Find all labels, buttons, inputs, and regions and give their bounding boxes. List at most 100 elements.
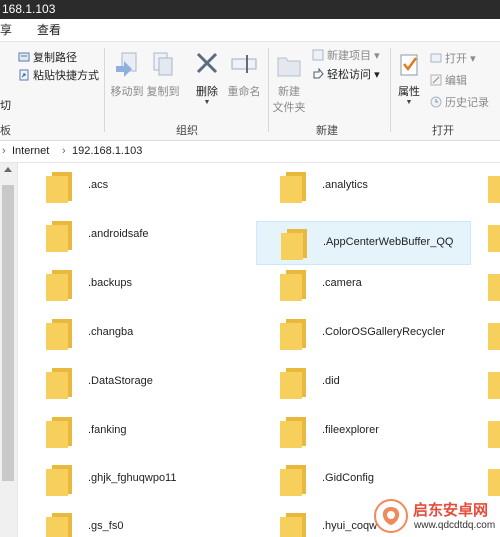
new-folder-button[interactable]: 新建 文件夹 bbox=[272, 50, 306, 115]
clipboard-group-label: 板 bbox=[0, 125, 11, 137]
folder-icon bbox=[280, 417, 306, 448]
new-item-dropdown-icon: ▾ bbox=[374, 50, 380, 62]
watermark-title: 启东安卓网 bbox=[413, 502, 489, 519]
folder-name: .ColorOSGalleryRecycler bbox=[322, 326, 445, 338]
rename-label: 重命名 bbox=[227, 86, 261, 98]
ribbon-tabs: 享 查看 bbox=[0, 19, 500, 41]
organize-group-label: 组织 bbox=[176, 125, 198, 137]
breadcrumb-ip[interactable]: 192.168.1.103 bbox=[72, 141, 142, 161]
ribbon: 复制路径 粘贴快捷方式 切 板 移动到 复制到 删除 ▼ 重命名 组织 新建 文… bbox=[0, 41, 500, 141]
folder-name: .acs bbox=[88, 179, 109, 191]
delete-label: 删除 bbox=[196, 86, 218, 98]
watermark-url: www.qdcdtdq.com bbox=[414, 520, 496, 531]
folder-item[interactable]: .fileexplorer bbox=[256, 410, 471, 454]
new-folder-label-line2: 文件夹 bbox=[272, 102, 306, 114]
cut-button[interactable]: 切 bbox=[0, 99, 11, 113]
paste-shortcut-button[interactable]: 粘贴快捷方式 bbox=[18, 69, 99, 83]
folder-item[interactable]: .backups bbox=[22, 263, 237, 307]
new-item-button[interactable]: 新建项目 ▾ bbox=[312, 49, 380, 63]
easy-access-button[interactable]: 轻松访问 ▾ bbox=[312, 68, 380, 82]
folder-icon-partial[interactable] bbox=[486, 170, 500, 203]
folder-icon bbox=[46, 172, 72, 203]
chevron-right-icon: › bbox=[2, 145, 6, 157]
nav-pane-scrollbar[interactable] bbox=[0, 163, 18, 537]
ribbon-separator bbox=[268, 48, 269, 132]
folder-icon bbox=[46, 270, 72, 301]
folder-name: .changba bbox=[88, 326, 134, 338]
copy-path-label: 复制路径 bbox=[33, 52, 77, 64]
folder-icon bbox=[46, 417, 72, 448]
history-icon bbox=[430, 96, 442, 108]
folder-name: .androidsafe bbox=[88, 228, 149, 240]
folder-name: .gs_fs0 bbox=[88, 520, 124, 532]
folder-item[interactable]: .did bbox=[256, 361, 471, 405]
properties-label: 属性 bbox=[398, 86, 420, 98]
folder-item[interactable]: .DataStorage bbox=[22, 361, 237, 405]
folder-icon bbox=[46, 513, 72, 537]
watermark: 启东安卓网 www.qdcdtdq.com bbox=[368, 496, 500, 537]
properties-dropdown-icon: ▼ bbox=[405, 99, 413, 106]
tab-view[interactable]: 查看 bbox=[37, 22, 61, 38]
delete-button[interactable]: 删除 ▼ bbox=[192, 50, 222, 106]
new-folder-icon bbox=[277, 57, 301, 77]
move-to-icon bbox=[116, 52, 137, 77]
scroll-up-arrow-icon[interactable] bbox=[4, 167, 12, 172]
folder-item[interactable]: .gs_fs0 bbox=[22, 506, 237, 537]
open-button[interactable]: 打开 ▾ bbox=[430, 52, 476, 66]
copy-to-button[interactable]: 复制到 bbox=[146, 50, 180, 99]
folder-item[interactable]: .analytics bbox=[256, 165, 471, 209]
folder-icon bbox=[280, 319, 306, 350]
folder-name: .backups bbox=[88, 277, 133, 289]
folder-item[interactable]: .acs bbox=[22, 165, 237, 209]
folder-name: .GidConfig bbox=[322, 472, 374, 484]
folder-icon-partial[interactable] bbox=[486, 463, 500, 496]
folder-icon bbox=[46, 368, 72, 399]
scroll-thumb[interactable] bbox=[2, 185, 14, 481]
rename-icon bbox=[231, 55, 257, 73]
folder-icon-partial[interactable] bbox=[486, 317, 500, 350]
easy-access-icon bbox=[313, 68, 324, 79]
open-group-label: 打开 bbox=[432, 125, 454, 137]
open-icon bbox=[430, 53, 442, 63]
history-label: 历史记录 bbox=[445, 97, 489, 109]
folder-icon-partial[interactable] bbox=[486, 268, 500, 301]
folder-icon-partial[interactable] bbox=[486, 219, 500, 252]
folder-icon bbox=[46, 221, 72, 252]
folder-icon-partial[interactable] bbox=[486, 366, 500, 399]
folder-item-selected[interactable]: .AppCenterWebBuffer_QQ bbox=[256, 221, 471, 265]
breadcrumb-internet[interactable]: Internet bbox=[12, 141, 49, 161]
ribbon-separator bbox=[390, 48, 391, 132]
edit-button[interactable]: 编辑 bbox=[430, 74, 467, 88]
folder-name: .ghjk_fghuqwpo11 bbox=[88, 472, 177, 484]
properties-icon bbox=[400, 54, 418, 76]
tab-share[interactable]: 享 bbox=[0, 22, 12, 38]
delete-icon bbox=[196, 52, 218, 74]
folder-name: .did bbox=[322, 375, 340, 387]
delete-dropdown-icon: ▼ bbox=[203, 99, 211, 106]
address-bar[interactable]: › Internet › 192.168.1.103 bbox=[0, 141, 500, 163]
properties-button[interactable]: 属性 ▼ bbox=[394, 50, 424, 106]
copy-path-button[interactable]: 复制路径 bbox=[18, 51, 77, 65]
folder-item[interactable]: .ColorOSGalleryRecycler bbox=[256, 312, 471, 356]
folder-icon bbox=[280, 368, 306, 399]
move-to-button[interactable]: 移动到 bbox=[110, 50, 144, 99]
folder-item[interactable]: .fanking bbox=[22, 410, 237, 454]
folder-icon-partial[interactable] bbox=[486, 415, 500, 448]
history-button[interactable]: 历史记录 bbox=[430, 96, 489, 110]
copy-to-label: 复制到 bbox=[146, 86, 180, 98]
cut-label: 切 bbox=[0, 100, 11, 112]
paste-shortcut-icon bbox=[19, 69, 29, 81]
folder-item[interactable]: .camera bbox=[256, 263, 471, 307]
new-group-label: 新建 bbox=[316, 125, 338, 137]
folder-icon bbox=[280, 172, 306, 203]
copy-to-icon bbox=[153, 52, 173, 76]
window-title: 168.1.103 bbox=[2, 2, 56, 16]
folder-item[interactable]: .ghjk_fghuqwpo11 bbox=[22, 458, 237, 502]
chevron-right-icon: › bbox=[62, 145, 66, 157]
folder-item[interactable]: .androidsafe bbox=[22, 214, 237, 258]
folder-icon bbox=[46, 465, 72, 496]
new-item-icon bbox=[312, 49, 324, 61]
folder-item[interactable]: .changba bbox=[22, 312, 237, 356]
folder-icon bbox=[46, 319, 72, 350]
rename-button[interactable]: 重命名 bbox=[226, 50, 262, 99]
